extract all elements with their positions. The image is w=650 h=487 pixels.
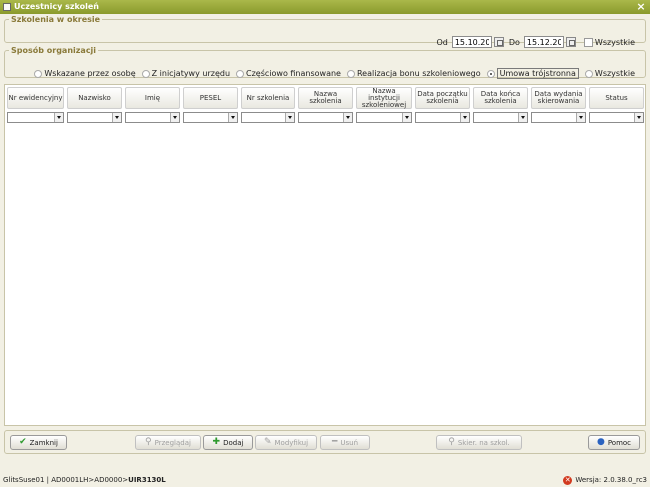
referral-button[interactable]: ⚲ Skier. na szkol. [436, 435, 522, 450]
browse-button-label: Przeglądaj [154, 438, 191, 447]
radio-button[interactable] [584, 69, 593, 78]
organization-option[interactable]: Wskazane przez osobę [34, 69, 136, 78]
organization-option-label: Realizacja bonu szkoleniowego [356, 69, 481, 78]
window-title: Uczestnicy szkoleń [14, 2, 99, 11]
organization-option[interactable]: Umowa trójstronna [486, 68, 579, 79]
organization-option[interactable]: Wszystkie [584, 69, 635, 78]
column-header[interactable]: Data początku szkolenia [415, 87, 470, 109]
organization-option-label: Z inicjatywy urzędu [151, 69, 231, 78]
column-filter-input[interactable] [356, 112, 412, 123]
participants-grid[interactable]: Nr ewidencyjny Nazwisko Imię PESEL Nr szkole… [4, 84, 646, 426]
title-bar: Uczestnicy szkoleń × [0, 0, 650, 14]
modify-button-label: Modyfikuj [274, 438, 309, 447]
dropdown-icon[interactable] [343, 113, 352, 122]
radio-button[interactable] [34, 69, 43, 78]
organization-option-label: Wszystkie [594, 69, 635, 78]
dropdown-icon[interactable] [228, 113, 237, 122]
organization-options: Wskazane przez osobę Z inicjatywy urzędu C… [28, 68, 635, 79]
main-window: Uczestnicy szkoleń × Szkolenia w okresie… [0, 0, 650, 487]
path-current: UIR3130L [128, 476, 166, 484]
organization-option-label: Wskazane przez osobę [44, 69, 136, 78]
column-filter-input[interactable] [67, 112, 122, 123]
plus-icon: ✚ [212, 437, 221, 447]
help-button-label: Pomoc [607, 438, 632, 447]
close-icon[interactable]: × [635, 0, 647, 14]
radio-button[interactable] [346, 69, 355, 78]
radio-button[interactable] [486, 69, 495, 78]
path-prefix: GlitsSuse01 | AD0001LH>AD0000> [3, 476, 129, 484]
add-button[interactable]: ✚ Dodaj [203, 435, 253, 450]
browse-button[interactable]: ⚲ Przeglądaj [135, 435, 201, 450]
dropdown-icon[interactable] [634, 113, 643, 122]
dropdown-icon[interactable] [285, 113, 294, 122]
button-bar: ✔ Zamknij ⚲ Przeglądaj ✚ Dodaj ✎ Modyfik… [4, 430, 646, 454]
radio-button[interactable] [236, 69, 245, 78]
column-header[interactable]: PESEL [183, 87, 238, 109]
dropdown-icon[interactable] [170, 113, 179, 122]
add-button-label: Dodaj [223, 438, 244, 447]
column-header[interactable]: Status [589, 87, 644, 109]
column-filter-input[interactable] [125, 112, 180, 123]
organization-option-label: Umowa trójstronna [496, 68, 579, 79]
dropdown-icon[interactable] [460, 113, 469, 122]
column-header[interactable]: Data wydania skierowania [531, 87, 586, 109]
search-icon: ⚲ [145, 437, 152, 447]
close-button-label: Zamknij [29, 438, 58, 447]
referral-icon: ⚲ [448, 437, 455, 447]
minus-icon: ━ [331, 437, 338, 447]
column-filter-input[interactable] [298, 112, 353, 123]
organization-option-label: Częściowo finansowane [246, 69, 341, 78]
help-button[interactable]: ● Pomoc [588, 435, 640, 450]
modify-button[interactable]: ✎ Modyfikuj [255, 435, 317, 450]
help-icon: ● [596, 437, 605, 447]
dropdown-icon[interactable] [576, 113, 585, 122]
dropdown-icon[interactable] [518, 113, 527, 122]
dropdown-icon[interactable] [402, 113, 411, 122]
radio-button[interactable] [141, 69, 150, 78]
close-button[interactable]: ✔ Zamknij [10, 435, 67, 450]
status-bar: GlitsSuse01 | AD0001LH>AD0000>UIR3130L ✕… [0, 474, 650, 487]
column-filter-input[interactable] [183, 112, 238, 123]
navigation-path: GlitsSuse01 | AD0001LH>AD0000>UIR3130L [3, 474, 166, 487]
version-label: Wersja: 2.0.38.0_rc3 [575, 476, 647, 484]
column-header[interactable]: Nr ewidencyjny [7, 87, 64, 109]
organization-group: Sposób organizacji Wskazane przez osobę Z… [4, 46, 646, 79]
edit-icon: ✎ [263, 437, 272, 447]
column-header[interactable]: Data końca szkolenia [473, 87, 528, 109]
column-filter-input[interactable] [589, 112, 644, 123]
dropdown-icon[interactable] [112, 113, 121, 122]
column-filter-input[interactable] [7, 112, 64, 123]
period-group: Szkolenia w okresie Od Do Wszystkie [4, 15, 646, 48]
column-filter-input[interactable] [415, 112, 470, 123]
column-filter-input[interactable] [473, 112, 528, 123]
referral-button-label: Skier. na szkol. [457, 438, 510, 447]
error-icon[interactable]: ✕ [563, 476, 573, 485]
organization-option[interactable]: Częściowo finansowane [236, 69, 341, 78]
period-legend: Szkolenia w okresie [11, 15, 101, 24]
window-icon [3, 3, 11, 11]
organization-option[interactable]: Realizacja bonu szkoleniowego [346, 69, 481, 78]
dropdown-icon[interactable] [54, 113, 63, 122]
column-filter-input[interactable] [531, 112, 586, 123]
column-header[interactable]: Nazwa szkolenia [298, 87, 353, 109]
organization-option[interactable]: Z inicjatywy urzędu [141, 69, 231, 78]
column-header[interactable]: Nr szkolenia [241, 87, 295, 109]
column-header[interactable]: Nazwa instytucji szkoleniowej [356, 87, 412, 109]
column-filter-input[interactable] [241, 112, 295, 123]
column-header[interactable]: Imię [125, 87, 180, 109]
check-icon: ✔ [19, 437, 27, 447]
column-header[interactable]: Nazwisko [67, 87, 122, 109]
organization-legend: Sposób organizacji [11, 46, 97, 55]
version-info: ✕ Wersja: 2.0.38.0_rc3 [563, 474, 647, 487]
delete-button-label: Usuń [340, 438, 359, 447]
delete-button[interactable]: ━ Usuń [320, 435, 370, 450]
